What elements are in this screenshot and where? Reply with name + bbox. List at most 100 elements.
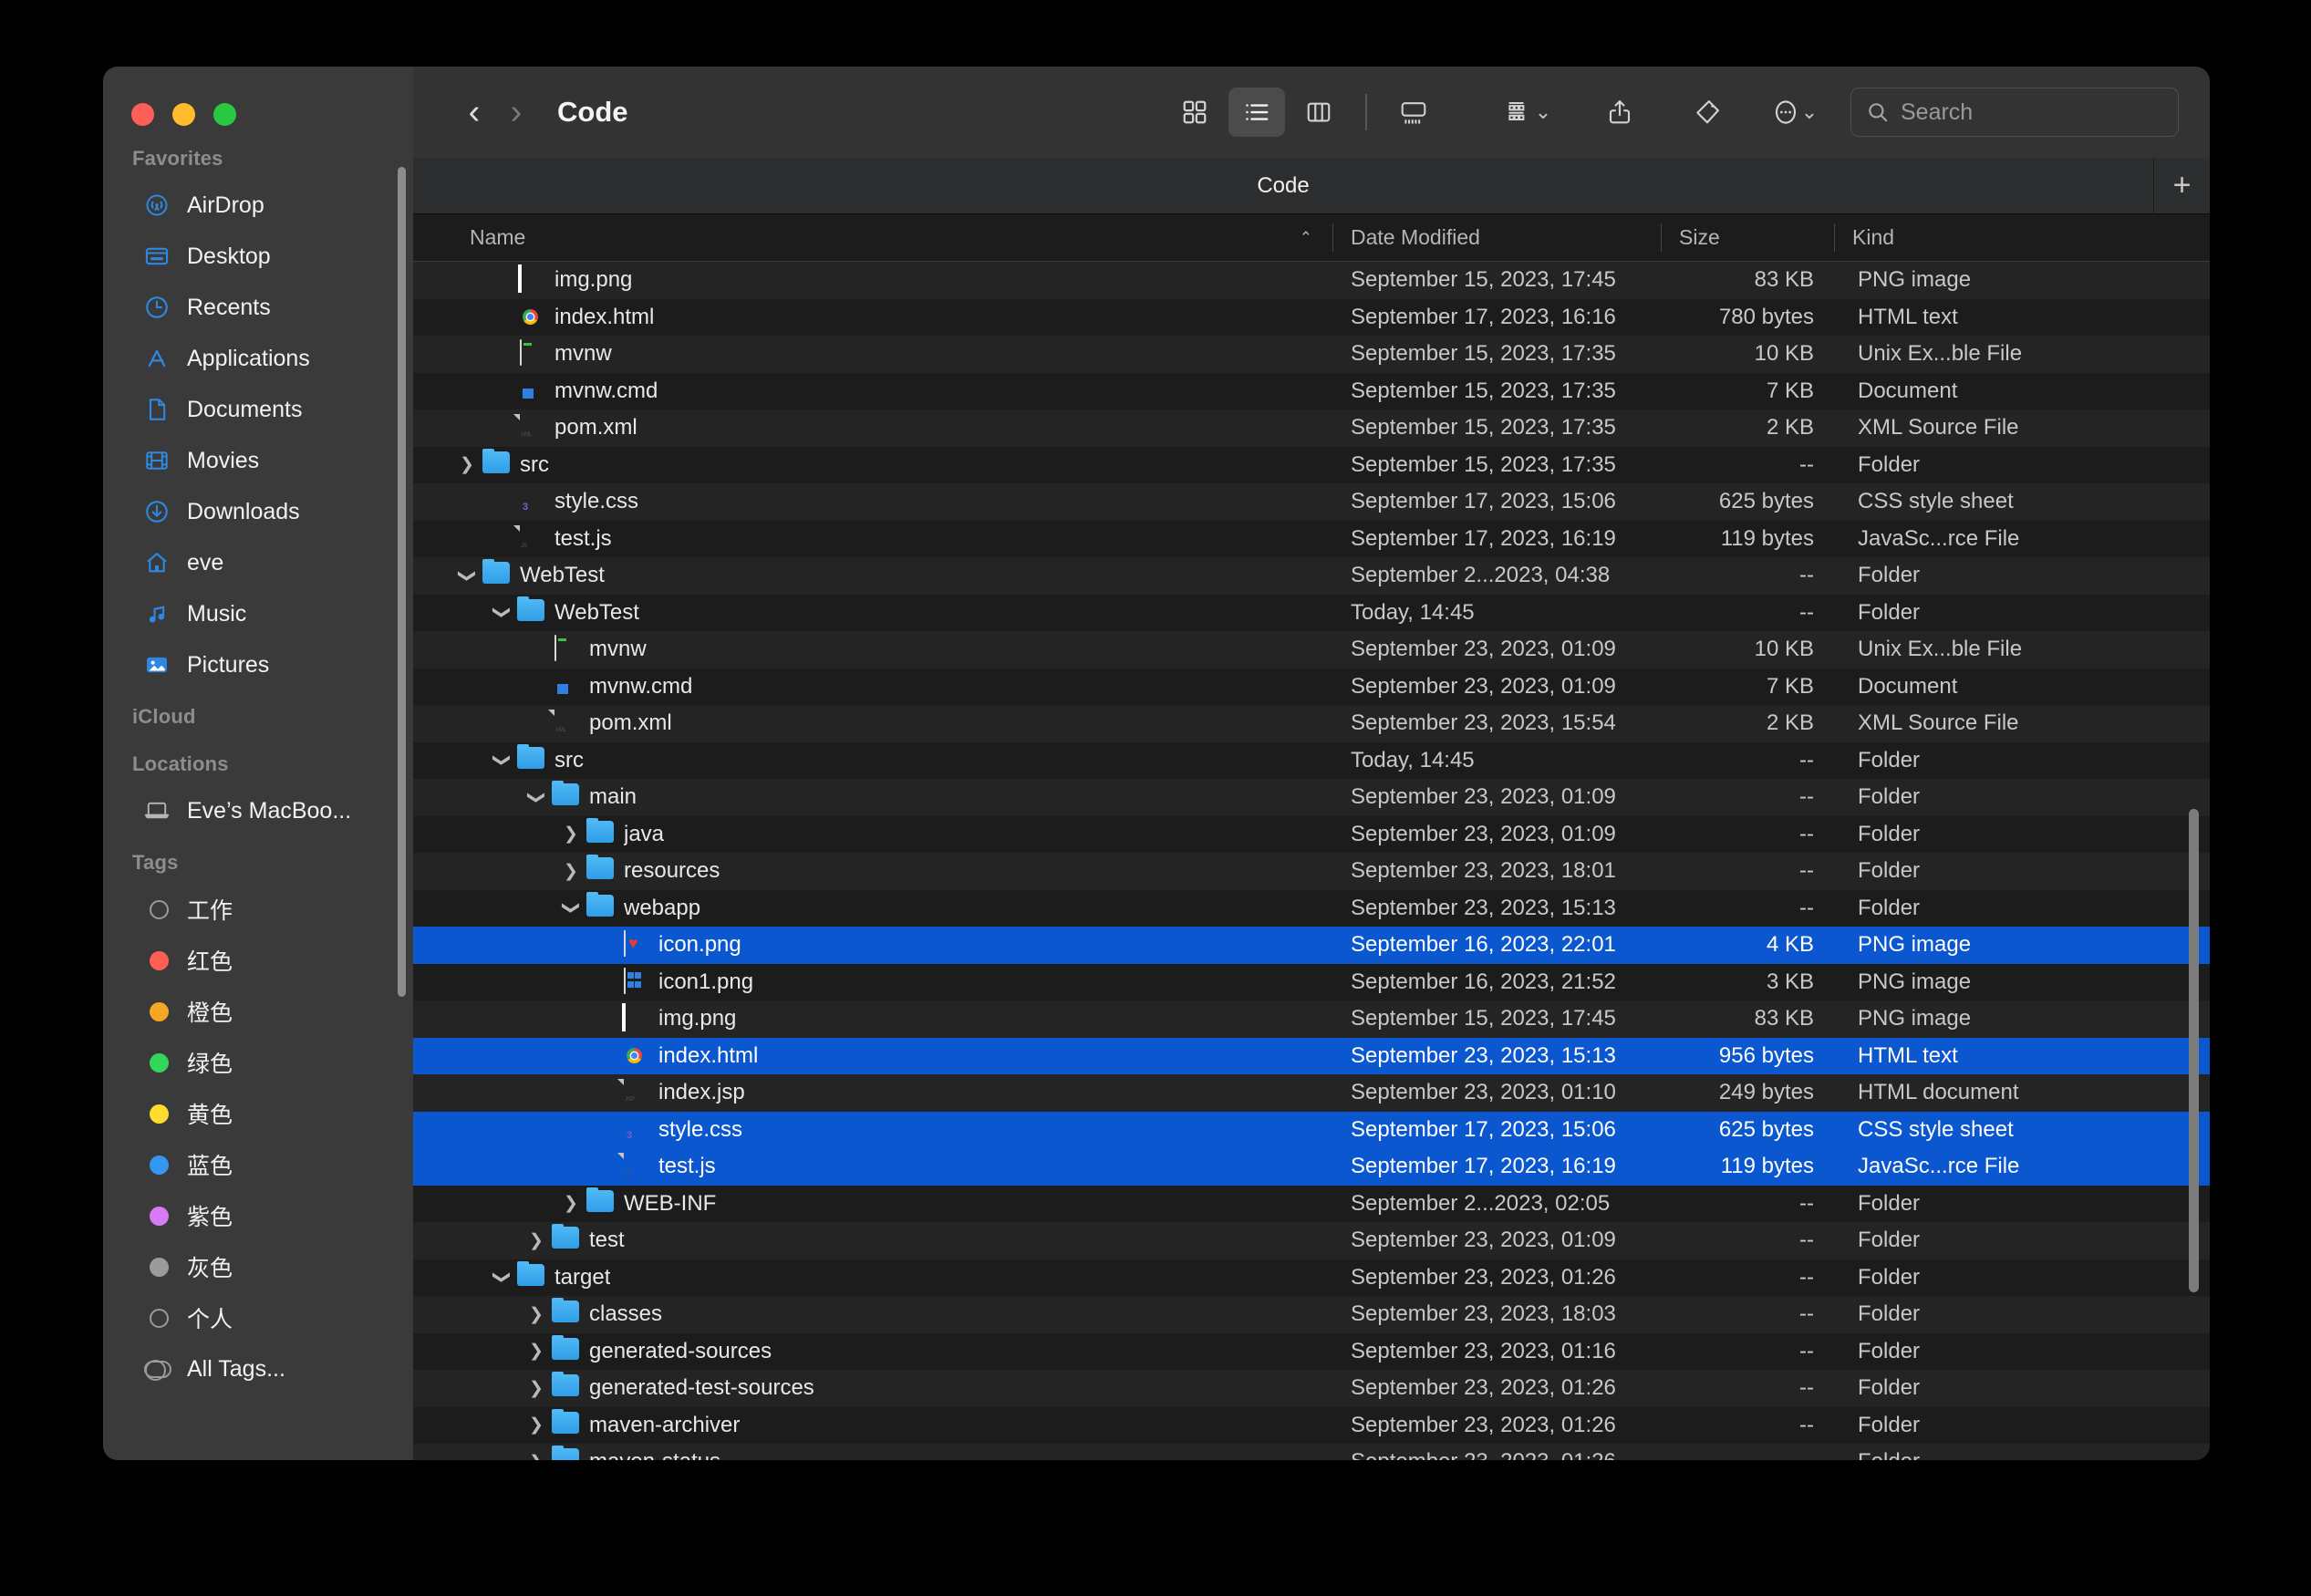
- zoom-button[interactable]: [213, 103, 236, 126]
- icon-view-button[interactable]: [1166, 88, 1223, 137]
- table-row[interactable]: ❯mainSeptember 23, 2023, 01:09--Folder: [413, 779, 2210, 816]
- file-date-modified: September 17, 2023, 15:06: [1332, 1117, 1661, 1143]
- table-row[interactable]: ❯testSeptember 23, 2023, 01:09--Folder: [413, 1222, 2210, 1259]
- sidebar-item-eve-s-macboo[interactable]: Eve’s MacBoo...: [114, 785, 402, 836]
- new-tab-button[interactable]: +: [2153, 158, 2210, 214]
- chevron-right-icon[interactable]: ❯: [524, 1380, 548, 1397]
- group-by-button[interactable]: ⌄: [1500, 88, 1557, 137]
- chevron-right-icon[interactable]: ❯: [559, 1195, 583, 1212]
- sidebar-item-[interactable]: 灰色: [114, 1241, 402, 1292]
- table-row[interactable]: JStest.jsSeptember 17, 2023, 16:19119 by…: [413, 1148, 2210, 1186]
- tab-code[interactable]: Code: [413, 173, 2153, 199]
- table-row[interactable]: ❯WebTestToday, 14:45--Folder: [413, 595, 2210, 632]
- sidebar-item-desktop[interactable]: Desktop: [114, 231, 402, 282]
- sidebar-item-[interactable]: 橙色: [114, 986, 402, 1037]
- table-row[interactable]: ❯classesSeptember 23, 2023, 18:03--Folde…: [413, 1296, 2210, 1333]
- sidebar-item-[interactable]: 紫色: [114, 1190, 402, 1241]
- chevron-right-icon[interactable]: ❯: [455, 456, 479, 473]
- sidebar-item-pictures[interactable]: Pictures: [114, 639, 402, 690]
- sidebar-item-applications[interactable]: Applications: [114, 333, 402, 384]
- sidebar-scrollbar[interactable]: [398, 167, 406, 997]
- column-header-date-modified[interactable]: Date Modified: [1332, 214, 1661, 261]
- table-row[interactable]: img.pngSeptember 15, 2023, 17:4583 KBPNG…: [413, 262, 2210, 299]
- minimize-button[interactable]: [172, 103, 195, 126]
- forward-button[interactable]: ›: [495, 95, 537, 130]
- file-name: icon1.png: [658, 969, 753, 995]
- sidebar-item-eve[interactable]: eve: [114, 537, 402, 588]
- sidebar-item-[interactable]: 红色: [114, 935, 402, 986]
- chevron-right-icon[interactable]: ❯: [524, 1306, 548, 1323]
- table-row[interactable]: img.pngSeptember 15, 2023, 17:4583 KBPNG…: [413, 1000, 2210, 1038]
- sidebar-section-tags: Tags: [103, 836, 413, 884]
- table-row[interactable]: mvnwSeptember 15, 2023, 17:3510 KBUnix E…: [413, 336, 2210, 373]
- list-scrollbar[interactable]: [2189, 809, 2199, 1292]
- table-row[interactable]: XMLpom.xmlSeptember 15, 2023, 17:352 KBX…: [413, 409, 2210, 447]
- chevron-right-icon[interactable]: ❯: [559, 863, 583, 880]
- column-header-size[interactable]: Size: [1661, 214, 1834, 261]
- chevron-down-icon[interactable]: ❯: [493, 601, 511, 625]
- back-button[interactable]: ‹: [453, 95, 495, 130]
- sidebar-item-movies[interactable]: Movies: [114, 435, 402, 486]
- share-button[interactable]: [1591, 88, 1648, 137]
- sidebar-item-all-tags[interactable]: All Tags...: [114, 1343, 402, 1394]
- table-row[interactable]: ❯maven-archiverSeptember 23, 2023, 01:26…: [413, 1407, 2210, 1445]
- table-row[interactable]: icon1.pngSeptember 16, 2023, 21:523 KBPN…: [413, 964, 2210, 1001]
- table-row[interactable]: ❯generated-sourcesSeptember 23, 2023, 01…: [413, 1333, 2210, 1371]
- table-row[interactable]: icon.pngSeptember 16, 2023, 22:014 KBPNG…: [413, 927, 2210, 964]
- table-row[interactable]: ❯webappSeptember 23, 2023, 15:13--Folder: [413, 890, 2210, 928]
- table-row[interactable]: ❯WEB-INFSeptember 2...2023, 02:05--Folde…: [413, 1186, 2210, 1223]
- table-row[interactable]: JSPindex.jspSeptember 23, 2023, 01:10249…: [413, 1074, 2210, 1112]
- table-row[interactable]: index.htmlSeptember 17, 2023, 16:16780 b…: [413, 299, 2210, 337]
- chevron-down-icon[interactable]: ❯: [493, 749, 511, 772]
- table-row[interactable]: ❯javaSeptember 23, 2023, 01:09--Folder: [413, 816, 2210, 854]
- sidebar-item-[interactable]: 绿色: [114, 1037, 402, 1088]
- column-header-kind[interactable]: Kind: [1834, 214, 2210, 261]
- column-view-button[interactable]: [1290, 88, 1347, 137]
- chevron-down-icon: ⌄: [1535, 100, 1551, 124]
- close-button[interactable]: [131, 103, 154, 126]
- table-row[interactable]: mvnw.cmdSeptember 23, 2023, 01:097 KBDoc…: [413, 668, 2210, 706]
- table-row[interactable]: style.cssSeptember 17, 2023, 15:06625 by…: [413, 483, 2210, 521]
- table-row[interactable]: style.cssSeptember 17, 2023, 15:06625 by…: [413, 1112, 2210, 1149]
- chevron-down-icon[interactable]: ❯: [528, 785, 545, 809]
- file-date-modified: September 23, 2023, 01:09: [1332, 822, 1661, 847]
- table-row[interactable]: JStest.jsSeptember 17, 2023, 16:19119 by…: [413, 521, 2210, 558]
- chevron-down-icon[interactable]: ❯: [563, 896, 580, 920]
- list-view-button[interactable]: [1228, 88, 1285, 137]
- table-row[interactable]: ❯targetSeptember 23, 2023, 01:26--Folder: [413, 1259, 2210, 1297]
- column-header-name[interactable]: Name ⌃: [413, 214, 1332, 261]
- sidebar-item-music[interactable]: Music: [114, 588, 402, 639]
- file-name: src: [554, 748, 584, 773]
- sidebar-item-documents[interactable]: Documents: [114, 384, 402, 435]
- table-row[interactable]: ❯maven-statusSeptember 23, 2023, 01:26--…: [413, 1444, 2210, 1460]
- sidebar-item-[interactable]: 蓝色: [114, 1139, 402, 1190]
- chevron-right-icon[interactable]: ❯: [524, 1416, 548, 1434]
- table-row[interactable]: XMLpom.xmlSeptember 23, 2023, 15:542 KBX…: [413, 705, 2210, 742]
- chevron-right-icon[interactable]: ❯: [524, 1342, 548, 1360]
- table-row[interactable]: ❯srcSeptember 15, 2023, 17:35--Folder: [413, 447, 2210, 484]
- gallery-view-button[interactable]: [1385, 88, 1442, 137]
- chevron-right-icon[interactable]: ❯: [559, 825, 583, 843]
- sidebar-item-[interactable]: 工作: [114, 884, 402, 935]
- table-row[interactable]: mvnw.cmdSeptember 15, 2023, 17:357 KBDoc…: [413, 373, 2210, 410]
- chevron-right-icon[interactable]: ❯: [524, 1454, 548, 1460]
- table-row[interactable]: ❯WebTestSeptember 2...2023, 04:38--Folde…: [413, 557, 2210, 595]
- chevron-right-icon[interactable]: ❯: [524, 1232, 548, 1249]
- sidebar-item-[interactable]: 个人: [114, 1292, 402, 1343]
- chevron-down-icon[interactable]: ❯: [459, 564, 476, 587]
- sidebar-item-downloads[interactable]: Downloads: [114, 486, 402, 537]
- table-row[interactable]: mvnwSeptember 23, 2023, 01:0910 KBUnix E…: [413, 631, 2210, 668]
- table-row[interactable]: index.htmlSeptember 23, 2023, 15:13956 b…: [413, 1038, 2210, 1075]
- tag-button[interactable]: [1679, 88, 1736, 137]
- xml-doc-icon: XML: [552, 710, 579, 737]
- search-input[interactable]: Search: [1850, 88, 2179, 137]
- table-row[interactable]: ❯srcToday, 14:45--Folder: [413, 742, 2210, 780]
- table-row[interactable]: ❯generated-test-sourcesSeptember 23, 202…: [413, 1370, 2210, 1407]
- more-actions-button[interactable]: ⌄: [1767, 88, 1823, 137]
- table-row[interactable]: ❯resourcesSeptember 23, 2023, 18:01--Fol…: [413, 853, 2210, 890]
- sidebar-item-airdrop[interactable]: AirDrop: [114, 180, 402, 231]
- sidebar-section-locations: Locations: [103, 738, 413, 785]
- chevron-down-icon[interactable]: ❯: [493, 1266, 511, 1290]
- sidebar-item-recents[interactable]: Recents: [114, 282, 402, 333]
- sidebar-item-[interactable]: 黄色: [114, 1088, 402, 1139]
